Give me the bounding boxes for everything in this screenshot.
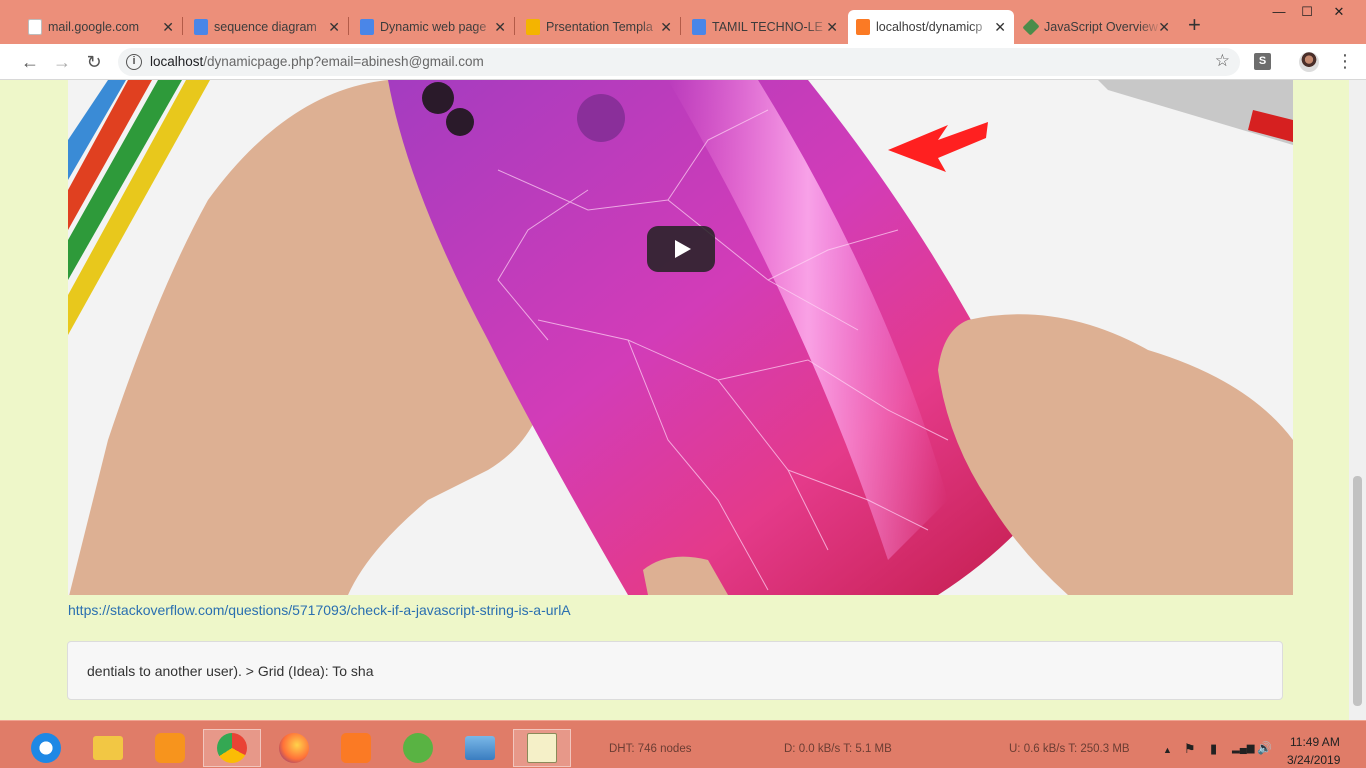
upload-status: U: 0.6 kB/s T: 250.3 MB — [1009, 743, 1130, 755]
tab-presentation[interactable]: Prsentation Templa ✕ — [518, 10, 680, 44]
scrollbar[interactable] — [1349, 80, 1366, 720]
forward-button[interactable]: → — [52, 52, 72, 72]
taskbar-ie[interactable] — [17, 729, 75, 767]
taskbar-xampp[interactable] — [327, 729, 385, 767]
docs-icon — [692, 19, 706, 35]
close-window-button[interactable]: ✕ — [1324, 2, 1354, 22]
clock-time[interactable]: 11:49 AM — [1290, 735, 1340, 749]
scrollbar-thumb[interactable] — [1353, 476, 1362, 706]
tab-label: TAMIL TECHNO-LE — [712, 20, 823, 34]
tab-dynamic-web-page[interactable]: Dynamic web page ✕ — [352, 10, 514, 44]
close-icon[interactable]: ✕ — [994, 19, 1006, 35]
network-signal-icon[interactable]: ▂▄▆ — [1232, 743, 1254, 754]
document-icon — [194, 19, 208, 35]
tab-label: mail.google.com — [48, 20, 140, 34]
volume-icon[interactable]: 🔊 — [1257, 741, 1272, 755]
address-bar[interactable]: i localhost/dynamicpage.php?email=abines… — [118, 48, 1240, 76]
tab-gmail[interactable]: mail.google.com ✕ — [20, 10, 182, 44]
avatar[interactable] — [1299, 52, 1319, 72]
info-icon[interactable]: i — [126, 54, 142, 70]
menu-icon[interactable]: ⋮ — [1336, 50, 1354, 72]
tab-tamil-techno[interactable]: TAMIL TECHNO-LE ✕ — [684, 10, 846, 44]
tab-label: localhost/dynamicp — [876, 20, 983, 34]
url-path: /dynamicpage.php?email=abinesh@gmail.com — [203, 54, 484, 69]
folder-icon — [93, 736, 123, 760]
url-text[interactable]: localhost/dynamicpage.php?email=abinesh@… — [150, 54, 484, 69]
tab-javascript-overview[interactable]: JavaScript Overview ✕ — [1016, 10, 1178, 44]
tab-localhost-active[interactable]: localhost/dynamicp ✕ — [848, 10, 1014, 44]
close-icon[interactable]: ✕ — [826, 19, 838, 35]
uc-browser-icon — [155, 733, 185, 763]
video-thumbnail — [68, 80, 1293, 595]
action-center-flag-icon[interactable]: ⚑ — [1184, 741, 1196, 757]
taskbar-notepad[interactable] — [513, 729, 571, 767]
stackoverflow-link[interactable]: https://stackoverflow.com/questions/5717… — [68, 602, 571, 618]
taskbar-firefox[interactable] — [265, 729, 323, 767]
tab-sequence-diagram[interactable]: sequence diagram ✕ — [186, 10, 348, 44]
page-content: https://stackoverflow.com/questions/5717… — [0, 80, 1366, 720]
bookmark-star-icon[interactable]: ☆ — [1215, 51, 1230, 71]
new-tab-button[interactable]: + — [1188, 14, 1201, 36]
utorrent-icon — [403, 733, 433, 763]
minimize-button[interactable]: — — [1264, 2, 1294, 22]
maximize-button[interactable]: ☐ — [1292, 2, 1322, 22]
xampp-icon — [856, 19, 870, 35]
close-icon[interactable]: ✕ — [328, 19, 340, 35]
taskbar-uc-browser[interactable] — [141, 729, 199, 767]
docs-icon — [360, 19, 374, 35]
back-button[interactable]: ← — [20, 52, 40, 72]
tab-strip: mail.google.com ✕ sequence diagram ✕ Dyn… — [0, 0, 1366, 44]
browser-toolbar: ← → ↻ i localhost/dynamicpage.php?email=… — [0, 44, 1366, 80]
clock-date[interactable]: 3/24/2019 — [1287, 753, 1340, 767]
url-host: localhost — [150, 54, 204, 69]
xampp-icon — [341, 733, 371, 763]
tab-label: Prsentation Templa — [546, 20, 653, 34]
note-card: dentials to another user). > Grid (Idea)… — [67, 641, 1283, 700]
tab-label: sequence diagram — [214, 20, 317, 34]
file-icon — [28, 19, 42, 35]
close-icon[interactable]: ✕ — [1158, 19, 1170, 35]
tray-expand-icon[interactable]: ▲ — [1163, 745, 1172, 755]
close-icon[interactable]: ✕ — [162, 19, 174, 35]
firefox-icon — [279, 733, 309, 763]
tab-separator — [348, 17, 349, 35]
taskbar-photos[interactable] — [451, 729, 509, 767]
tab-label: JavaScript Overview — [1044, 20, 1158, 34]
note-text: dentials to another user). > Grid (Idea)… — [87, 663, 374, 679]
tab-separator — [182, 17, 183, 35]
internet-explorer-icon — [31, 733, 61, 763]
tab-separator — [514, 17, 515, 35]
close-icon[interactable]: ✕ — [494, 19, 506, 35]
play-button[interactable] — [647, 226, 715, 272]
taskbar-explorer[interactable] — [79, 729, 137, 767]
photo-viewer-icon — [465, 736, 495, 760]
battery-icon[interactable]: ▮ — [1210, 741, 1217, 757]
taskbar-utorrent[interactable] — [389, 729, 447, 767]
video-player[interactable] — [68, 80, 1293, 595]
reload-button[interactable]: ↻ — [84, 52, 104, 72]
site-icon — [1022, 18, 1040, 36]
tab-label: Dynamic web page — [380, 20, 487, 34]
slides-icon — [526, 19, 540, 35]
dht-status: DHT: 746 nodes — [609, 743, 692, 755]
download-status: D: 0.0 kB/s T: 5.1 MB — [784, 743, 892, 755]
taskbar-chrome[interactable] — [203, 729, 261, 767]
taskbar: DHT: 746 nodes D: 0.0 kB/s T: 5.1 MB U: … — [0, 720, 1366, 768]
close-icon[interactable]: ✕ — [660, 19, 672, 35]
chrome-icon — [217, 733, 247, 763]
notepad-icon — [527, 733, 557, 763]
extension-icon[interactable]: S — [1254, 53, 1271, 70]
tab-separator — [680, 17, 681, 35]
